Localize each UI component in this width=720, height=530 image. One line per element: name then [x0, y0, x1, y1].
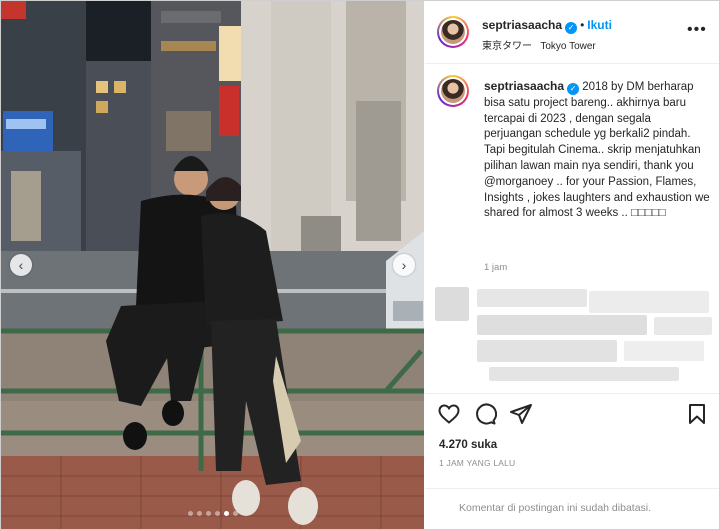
dot-separator: • [580, 18, 585, 32]
bookmark-icon[interactable] [685, 402, 709, 426]
post-photo[interactable]: ‹ › [1, 1, 424, 529]
carousel-indicator [1, 511, 424, 516]
action-bar [425, 393, 719, 434]
header-line: septriasaacha ✓ • Ikuti [482, 16, 612, 34]
caption-avatar[interactable] [437, 75, 469, 107]
likes-count[interactable]: 4.270 suka [439, 439, 497, 451]
share-icon[interactable] [509, 402, 533, 426]
caption: septriasaacha ✓ 2018 by DM berharap bisa … [484, 79, 710, 222]
verified-badge-icon: ✓ [565, 22, 578, 34]
caption-emoji: □□□□□ [631, 207, 666, 220]
verified-badge-icon: ✓ [567, 83, 580, 95]
caption-text: 2018 by DM berharap bisa satu project ba… [484, 81, 710, 220]
carousel-dot [196, 511, 202, 516]
location-link[interactable]: 東京タワー Tokyo Tower [482, 37, 596, 52]
comment-icon[interactable] [473, 402, 497, 426]
carousel-dot [205, 511, 211, 516]
street-scene-image [1, 1, 424, 529]
post-date[interactable]: 1 JAM YANG LALU [439, 458, 515, 468]
caption-time: 1 jam [484, 262, 508, 273]
comments-disabled-notice: Komentar di postingan ini sudah dibatasi… [459, 502, 652, 514]
location-jp: 東京タワー [482, 41, 532, 52]
carousel-dot [232, 511, 238, 516]
avatar[interactable] [437, 16, 469, 48]
carousel-prev-button[interactable]: ‹ [10, 254, 32, 276]
post-side-panel: septriasaacha ✓ • Ikuti 東京タワー Tokyo Tower •… [425, 1, 719, 529]
more-options-icon[interactable]: ••• [687, 21, 707, 39]
chevron-left-icon: ‹ [18, 257, 24, 273]
comment-area: Komentar di postingan ini sudah dibatasi… [425, 488, 719, 530]
carousel-dot [187, 511, 193, 516]
carousel-next-button[interactable]: › [393, 254, 415, 276]
follow-button[interactable]: Ikuti [587, 18, 612, 32]
carousel-dot [214, 511, 220, 516]
chevron-right-icon: › [401, 257, 407, 273]
username-link[interactable]: septriasaacha [482, 18, 562, 32]
carousel-dot [223, 511, 229, 516]
location-en: Tokyo Tower [540, 41, 596, 52]
heart-icon[interactable] [437, 402, 461, 426]
caption-username[interactable]: septriasaacha [484, 79, 564, 93]
post-dialog: ‹ › septriasaacha ✓ • Ikuti 東京タワー Tokyo Tow… [0, 0, 720, 530]
blurred-comments [429, 285, 714, 385]
post-header: septriasaacha ✓ • Ikuti 東京タワー Tokyo Tower •… [425, 1, 719, 64]
